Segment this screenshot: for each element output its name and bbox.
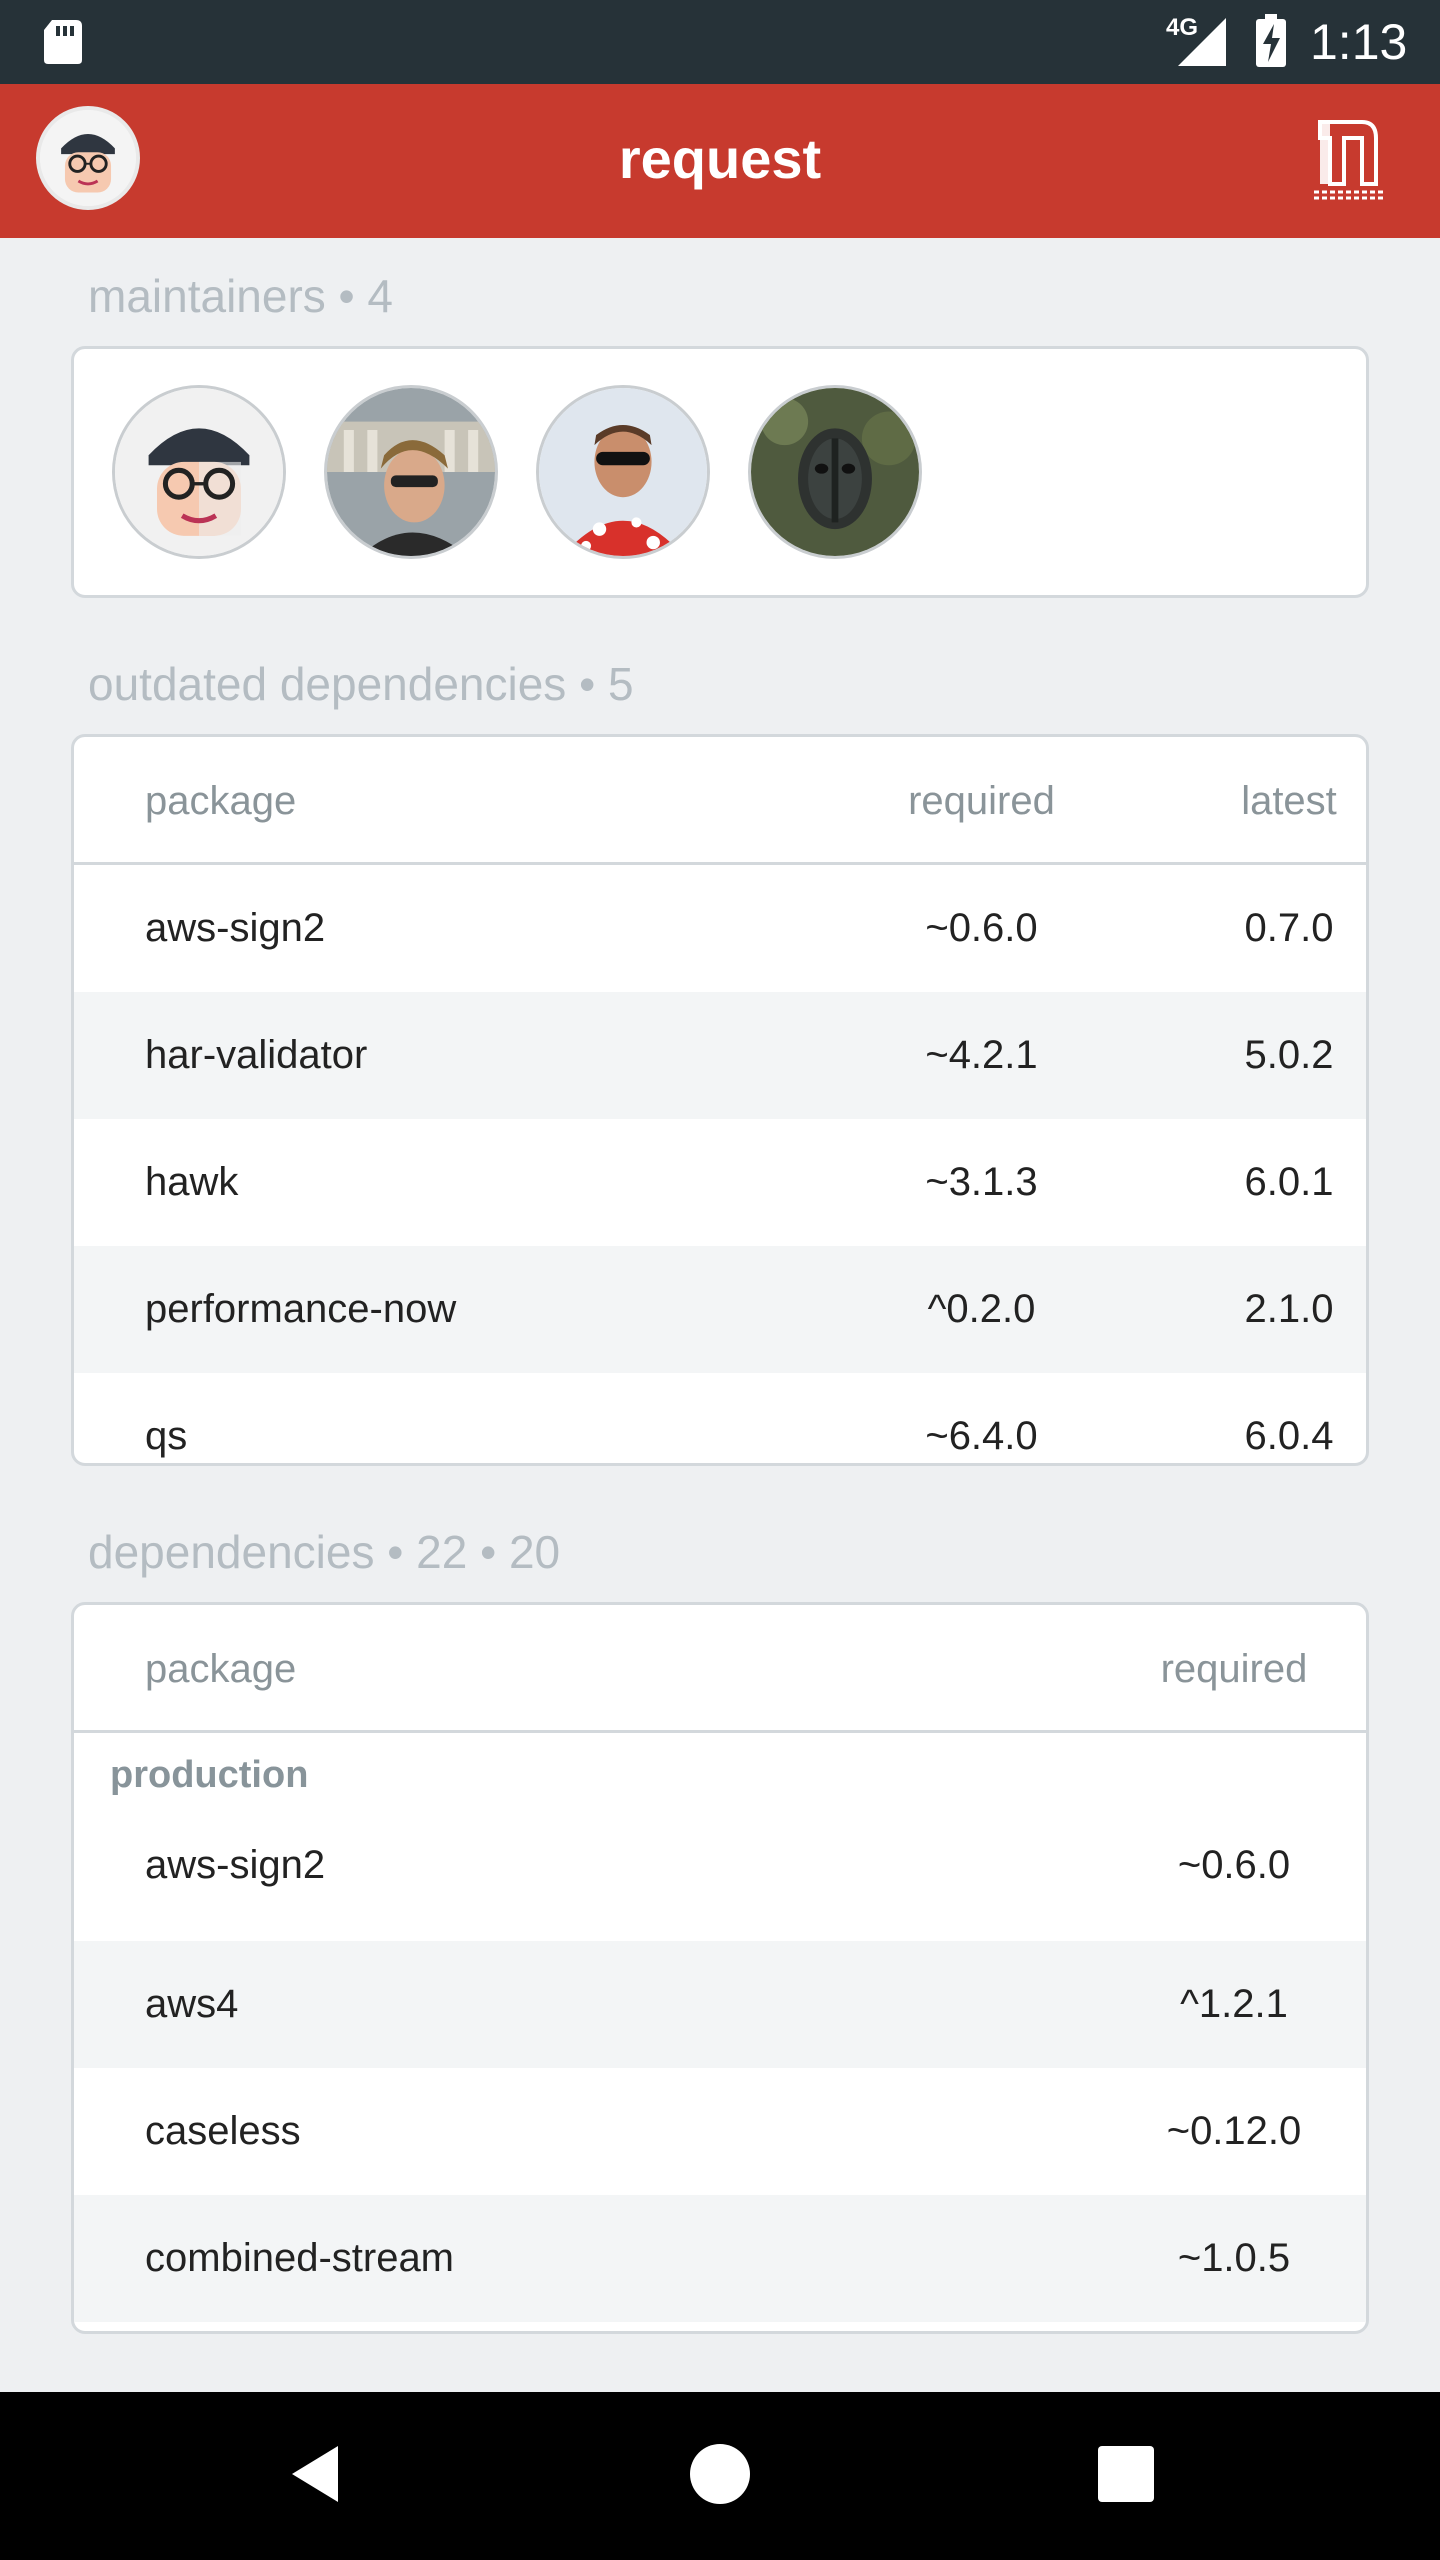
required-version: ~3.1.3: [925, 1160, 1038, 1204]
header-required: required: [1160, 1647, 1308, 1691]
page-title: request: [618, 127, 822, 190]
package-name: hawk: [145, 1160, 239, 1204]
header-required: required: [908, 779, 1055, 823]
npm-logo-icon[interactable]: [1310, 108, 1390, 204]
dependencies-table: package required production aws-sign2 ~0…: [71, 1602, 1369, 2334]
package-name: qs: [145, 1414, 188, 1458]
latest-version: 6.0.1: [1244, 1160, 1334, 1204]
outdated-row[interactable]: har-validator ~4.2.1 5.0.2: [74, 992, 1366, 1119]
status-bar: 4G 1:13: [0, 0, 1440, 84]
header-latest: latest: [1241, 779, 1337, 823]
required-version: ~0.12.0: [1166, 2109, 1302, 2153]
maintainer-avatar-2[interactable]: [324, 385, 498, 559]
package-name: caseless: [145, 2109, 301, 2153]
package-name: aws4: [145, 1982, 239, 2026]
dependency-row[interactable]: aws-sign2 ~0.6.0: [74, 1817, 1366, 1941]
maintainers-section-title: maintainers • 4: [88, 270, 394, 322]
screen: 4G 1:13 request maintainers • 4 outdated…: [0, 0, 1440, 2560]
outdated-row[interactable]: hawk ~3.1.3 6.0.1: [74, 1119, 1366, 1246]
maintainers-card: [71, 346, 1369, 598]
package-name: combined-stream: [145, 2236, 455, 2280]
outdated-table-header: package required latest: [74, 737, 1366, 865]
outdated-dependencies-table: package required latest aws-sign2 ~0.6.0…: [71, 734, 1369, 1466]
latest-version: 6.0.4: [1244, 1414, 1334, 1458]
navigation-bar: [0, 2392, 1440, 2560]
required-version: ~0.6.0: [925, 906, 1038, 950]
latest-version: 5.0.2: [1244, 1033, 1334, 1077]
recent-apps-icon[interactable]: [1098, 2446, 1154, 2502]
back-icon[interactable]: [286, 2442, 342, 2506]
outdated-row[interactable]: aws-sign2 ~0.6.0 0.7.0: [74, 865, 1366, 992]
latest-version: 0.7.0: [1244, 906, 1334, 950]
package-name: har-validator: [145, 1033, 368, 1077]
maintainers-list: [112, 385, 922, 559]
required-version: ~4.2.1: [925, 1033, 1038, 1077]
network-type-label: 4G: [1166, 14, 1199, 41]
required-version: ~0.6.0: [1177, 1843, 1291, 1887]
header-package: package: [145, 779, 297, 823]
sd-card-icon: [44, 20, 82, 64]
battery-charging-icon: [1256, 14, 1286, 67]
header-package: package: [145, 1647, 297, 1691]
required-version: ^0.2.0: [927, 1287, 1036, 1331]
package-name: aws-sign2: [145, 1843, 326, 1887]
home-icon[interactable]: [690, 2444, 750, 2504]
maintainer-avatar-1[interactable]: [112, 385, 286, 559]
dependency-row[interactable]: aws4 ^1.2.1: [74, 1941, 1366, 2068]
dependencies-table-header: package required: [74, 1605, 1366, 1733]
dependencies-section-title: dependencies • 22 • 20: [88, 1526, 561, 1578]
package-name: performance-now: [145, 1287, 457, 1331]
outdated-row[interactable]: qs ~6.4.0 6.0.4: [74, 1373, 1366, 1463]
required-version: ^1.2.1: [1180, 1982, 1288, 2026]
dependency-row[interactable]: combined-stream ~1.0.5: [74, 2195, 1366, 2322]
clock: 1:13: [1310, 14, 1408, 70]
required-version: ~6.4.0: [925, 1414, 1038, 1458]
dependency-group-label: production: [110, 1754, 309, 1796]
dependency-row[interactable]: caseless ~0.12.0: [74, 2068, 1366, 2195]
outdated-section-title: outdated dependencies • 5: [88, 658, 634, 710]
latest-version: 2.1.0: [1244, 1287, 1334, 1331]
package-name: aws-sign2: [145, 906, 326, 950]
app-bar: request: [0, 84, 1440, 238]
outdated-row[interactable]: performance-now ^0.2.0 2.1.0: [74, 1246, 1366, 1373]
maintainer-avatar-3[interactable]: [536, 385, 710, 559]
maintainer-avatar-4[interactable]: [748, 385, 922, 559]
required-version: ~1.0.5: [1177, 2236, 1291, 2280]
